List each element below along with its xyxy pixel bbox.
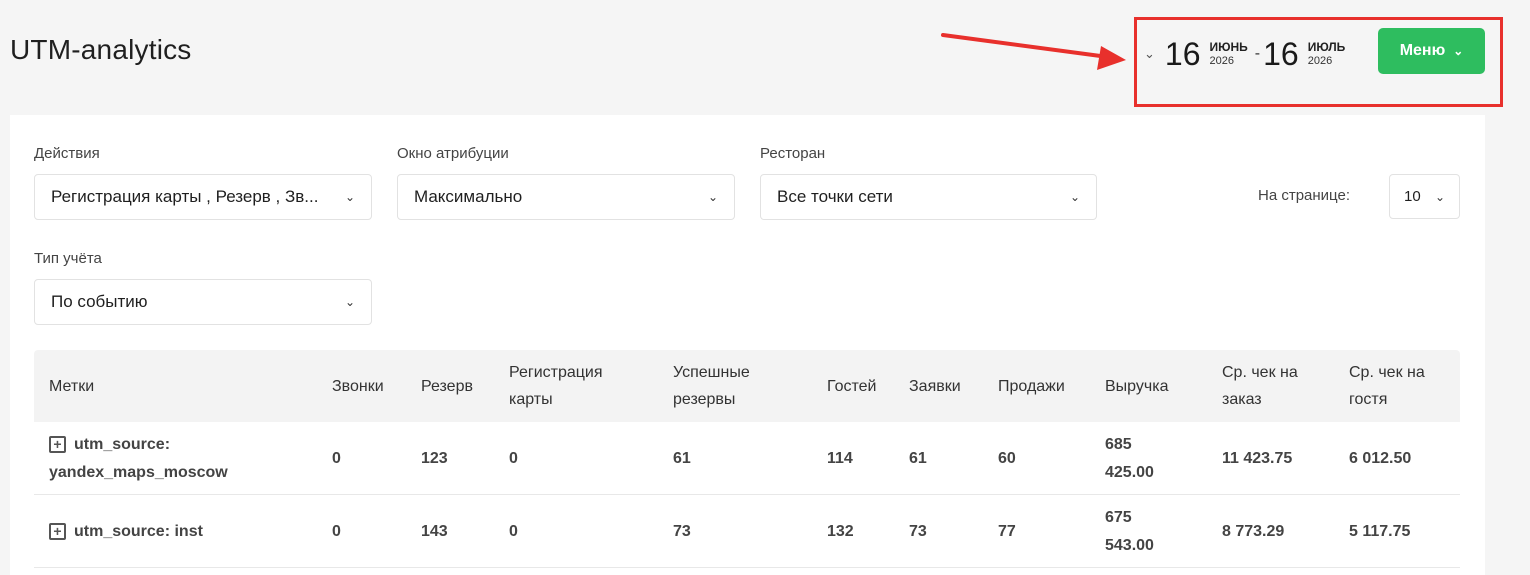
chevron-down-icon: ⌄ xyxy=(344,295,355,309)
utm-label-cell: + utm_source: yandex_maps_moscow xyxy=(49,422,289,495)
accounting-type-label: Тип учёта xyxy=(34,250,102,267)
chevron-down-icon[interactable]: ⌄ xyxy=(1144,46,1155,62)
column-header[interactable]: Выручка xyxy=(1105,350,1168,422)
actions-filter-label: Действия xyxy=(34,145,100,162)
attribution-window-select[interactable]: Максимально ⌄ xyxy=(397,174,735,220)
per-page-label: На странице: xyxy=(1258,187,1350,204)
guests-cell: 132 xyxy=(827,522,854,540)
chevron-down-icon: ⌄ xyxy=(1069,190,1080,204)
attribution-window-value: Максимально xyxy=(414,187,523,206)
table-header: Метки Звонки Резерв Регистрация карты Ус… xyxy=(34,350,1460,422)
date-from-day: 16 xyxy=(1164,35,1201,72)
avg-check-order-cell: 8 773.29 xyxy=(1222,522,1285,540)
menu-button[interactable]: Меню ⌄ xyxy=(1378,28,1485,74)
sales-cell: 77 xyxy=(998,522,1016,540)
table-row xyxy=(34,568,1460,575)
chevron-down-icon: ⌄ xyxy=(344,190,355,204)
column-header[interactable]: Регистрация карты xyxy=(509,350,634,422)
accounting-type-select[interactable]: По событию ⌄ xyxy=(34,279,372,325)
chevron-down-icon: ⌄ xyxy=(1434,189,1445,204)
column-header[interactable]: Ср. чек на заказ xyxy=(1222,350,1322,422)
date-to-day: 16 xyxy=(1263,35,1299,72)
per-page-value: 10 xyxy=(1404,188,1421,205)
chevron-down-icon: ⌄ xyxy=(707,190,718,204)
requests-cell: 73 xyxy=(909,522,927,540)
avg-check-order-cell: 11 423.75 xyxy=(1222,449,1293,467)
chevron-down-icon: ⌄ xyxy=(1453,44,1464,58)
requests-cell: 61 xyxy=(909,449,927,467)
guests-cell: 114 xyxy=(827,449,853,467)
table-row: + utm_source: inst 0 143 0 73 132 73 77 6… xyxy=(34,495,1460,568)
page-title: UTM-analytics xyxy=(10,34,192,65)
expand-plus-icon[interactable]: + xyxy=(49,435,66,453)
date-range-picker[interactable]: ⌄ 16 ИЮНЬ 2026 - 16 ИЮЛЬ 2026 xyxy=(1144,34,1345,74)
reserve-cell: 143 xyxy=(421,522,448,540)
successful-reserves-cell: 61 xyxy=(673,449,691,467)
column-header[interactable]: Звонки xyxy=(332,350,384,422)
restaurant-label: Ресторан xyxy=(760,145,826,162)
avg-check-guest-cell: 5 117.75 xyxy=(1349,522,1411,540)
utm-label: utm_source: yandex_maps_moscow xyxy=(49,435,228,481)
table-row: + utm_source: yandex_maps_moscow 0 123 0 … xyxy=(34,422,1460,495)
avg-check-guest-cell: 6 012.50 xyxy=(1349,449,1412,467)
utm-table: Метки Звонки Резерв Регистрация карты Ус… xyxy=(34,350,1460,575)
utm-label-cell: + utm_source: inst xyxy=(49,495,289,568)
column-header[interactable]: Гостей xyxy=(827,350,876,422)
restaurant-select[interactable]: Все точки сети ⌄ xyxy=(760,174,1097,220)
revenue-cell: 685 425.00 xyxy=(1105,435,1154,481)
revenue-cell: 675 543.00 xyxy=(1105,508,1154,554)
successful-reserves-cell: 73 xyxy=(673,522,691,540)
actions-select-value: Регистрация карты , Резерв , Зв... xyxy=(51,187,319,206)
column-header[interactable]: Ср. чек на гостя xyxy=(1349,350,1449,422)
reserve-cell: 123 xyxy=(421,449,448,467)
restaurant-select-value: Все точки сети xyxy=(777,187,893,206)
sales-cell: 60 xyxy=(998,449,1016,467)
date-to-month: ИЮЛЬ xyxy=(1307,40,1346,54)
column-header[interactable]: Заявки xyxy=(909,350,961,422)
utm-label: utm_source: inst xyxy=(74,522,203,540)
column-header[interactable]: Резерв xyxy=(421,350,473,422)
calls-cell: 0 xyxy=(332,522,341,540)
card-registration-cell: 0 xyxy=(509,449,518,467)
actions-select[interactable]: Регистрация карты , Резерв , Зв... ⌄ xyxy=(34,174,372,220)
column-header[interactable]: Продажи xyxy=(998,350,1065,422)
menu-button-label: Меню xyxy=(1399,42,1446,59)
accounting-type-value: По событию xyxy=(51,292,148,311)
column-header[interactable]: Метки xyxy=(49,350,94,422)
per-page-select[interactable]: 10 ⌄ xyxy=(1389,174,1460,219)
date-from-month: ИЮНЬ xyxy=(1209,40,1248,54)
column-header[interactable]: Успешные резервы xyxy=(673,350,773,422)
date-from-year: 2026 xyxy=(1209,55,1234,67)
expand-plus-icon[interactable]: + xyxy=(49,522,66,540)
date-to-year: 2026 xyxy=(1307,55,1333,67)
calls-cell: 0 xyxy=(332,449,341,467)
date-separator: - xyxy=(1254,45,1261,62)
card-registration-cell: 0 xyxy=(509,522,518,540)
attribution-window-label: Окно атрибуции xyxy=(397,145,509,162)
